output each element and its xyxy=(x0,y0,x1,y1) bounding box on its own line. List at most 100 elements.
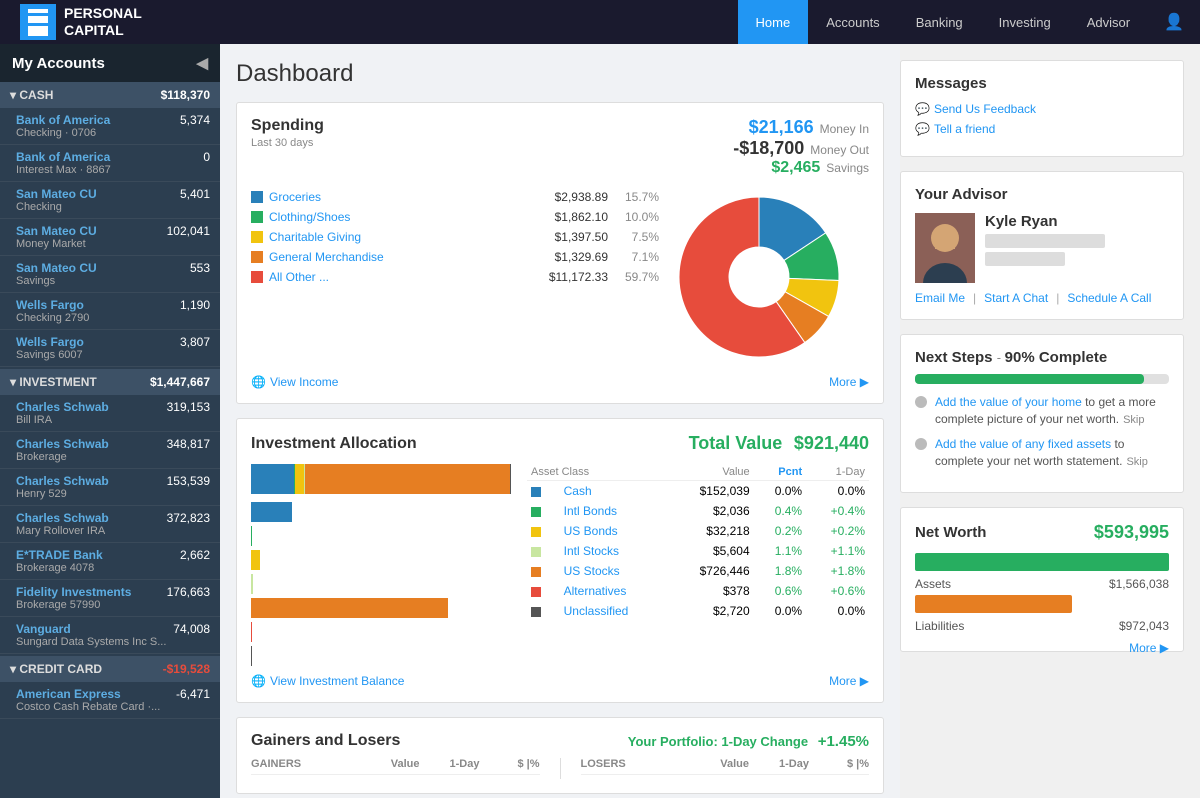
money-out-label: Money Out xyxy=(810,143,869,157)
sidebar-account[interactable]: Bank of America 5,374 Checking · 0706 xyxy=(0,108,220,145)
legend-category-name[interactable]: Charitable Giving xyxy=(269,230,522,244)
asset-value: $378 xyxy=(668,581,754,601)
sidebar-account[interactable]: San Mateo CU 102,041 Money Market xyxy=(0,219,220,256)
account-value: 153,539 xyxy=(167,474,210,488)
sidebar-account[interactable]: Fidelity Investments 176,663 Brokerage 5… xyxy=(0,580,220,617)
add-fixed-assets-link[interactable]: Add the value of any fixed assets xyxy=(935,437,1111,451)
schedule-call-link[interactable]: Schedule A Call xyxy=(1067,291,1151,305)
section-header-cash[interactable]: ▾ Cash $118,370 xyxy=(0,82,220,108)
view-income-link[interactable]: 🌐View Income xyxy=(251,375,338,389)
asset-color-dot xyxy=(531,567,541,577)
legend-row: Groceries $2,938.89 15.7% xyxy=(251,187,659,207)
skip-2[interactable]: Skip xyxy=(1126,456,1147,468)
investment-bar-area xyxy=(251,464,511,666)
legend-category-name[interactable]: Groceries xyxy=(269,190,522,204)
account-sub: Interest Max · 8867 xyxy=(16,164,210,176)
sidebar-account[interactable]: Charles Schwab 319,153 Bill IRA xyxy=(0,395,220,432)
start-chat-link[interactable]: Start A Chat xyxy=(984,291,1048,305)
sidebar-account[interactable]: American Express -6,471 Costco Cash Reba… xyxy=(0,682,220,719)
money-in-value: $21,166 xyxy=(749,117,814,137)
advisor-photo xyxy=(915,213,975,283)
sidebar-account[interactable]: Wells Fargo 1,190 Checking 2790 xyxy=(0,293,220,330)
account-sub: Brokerage xyxy=(16,451,210,463)
investment-card: Investment Allocation Total Value $921,4… xyxy=(236,418,884,703)
account-value: 319,153 xyxy=(167,400,210,414)
asset-name[interactable]: Alternatives xyxy=(564,584,627,598)
legend-category-name[interactable]: General Merchandise xyxy=(269,250,522,264)
account-name: Vanguard xyxy=(16,622,71,636)
sidebar-account[interactable]: Bank of America 0 Interest Max · 8867 xyxy=(0,145,220,182)
nav-banking[interactable]: Banking xyxy=(898,0,981,44)
investment-table-row: US Bonds $32,218 0.2% +0.2% xyxy=(527,521,869,541)
next-step-2: Add the value of any fixed assets to com… xyxy=(915,436,1169,470)
investment-table: Asset Class Value Pcnt 1-Day Cash $152,0… xyxy=(527,464,869,666)
sidebar-account[interactable]: Charles Schwab 348,817 Brokerage xyxy=(0,432,220,469)
progress-bar-fill xyxy=(915,374,1144,384)
sidebar-section-credit-card: ▾ Credit Card -$19,528 American Express … xyxy=(0,656,220,719)
nav-advisor[interactable]: Advisor xyxy=(1069,0,1148,44)
asset-name[interactable]: Cash xyxy=(564,484,592,498)
gainers-label: GAINERS xyxy=(251,758,360,770)
bar-segment xyxy=(251,464,294,494)
tell-friend-link[interactable]: 💬 Tell a friend xyxy=(915,122,1169,136)
skip-1[interactable]: Skip xyxy=(1123,414,1144,426)
nav-investing[interactable]: Investing xyxy=(981,0,1069,44)
legend-percent: 7.1% xyxy=(614,250,659,264)
asset-pcnt: 1.8% xyxy=(754,561,806,581)
asset-name[interactable]: US Bonds xyxy=(564,524,618,538)
sidebar-account[interactable]: Wells Fargo 3,807 Savings 6007 xyxy=(0,330,220,367)
main-content: Dashboard Spending Last 30 days $21,166M… xyxy=(220,44,900,798)
gainers-value-header: Value xyxy=(360,758,420,770)
account-value: 102,041 xyxy=(167,224,210,238)
account-name: San Mateo CU xyxy=(16,224,97,238)
assets-label: Assets xyxy=(915,577,951,591)
individual-bar-row xyxy=(251,526,511,546)
sidebar-account[interactable]: E*TRADE Bank 2,662 Brokerage 4078 xyxy=(0,543,220,580)
send-feedback-link[interactable]: 💬 Send Us Feedback xyxy=(915,102,1169,116)
sidebar-account[interactable]: Charles Schwab 372,823 Mary Rollover IRA xyxy=(0,506,220,543)
add-home-value-link[interactable]: Add the value of your home xyxy=(935,395,1082,409)
sidebar-collapse-btn[interactable]: ◀ xyxy=(196,54,208,72)
legend-category-name[interactable]: All Other ... xyxy=(269,270,522,284)
sidebar-account[interactable]: San Mateo CU 5,401 Checking xyxy=(0,182,220,219)
spending-subtitle: Last 30 days xyxy=(251,137,324,149)
account-name: Bank of America xyxy=(16,150,110,164)
sidebar-account[interactable]: San Mateo CU 553 Savings xyxy=(0,256,220,293)
view-balance-link[interactable]: 🌐View Investment Balance xyxy=(251,674,404,688)
account-sub: Brokerage 57990 xyxy=(16,599,210,611)
spending-chart xyxy=(669,187,869,367)
nav-accounts[interactable]: Accounts xyxy=(808,0,897,44)
progress-bar xyxy=(915,374,1169,384)
investment-title: Investment Allocation xyxy=(251,435,417,453)
section-header-credit card[interactable]: ▾ Credit Card -$19,528 xyxy=(0,656,220,682)
asset-value: $5,604 xyxy=(668,541,754,561)
nav-home[interactable]: Home xyxy=(738,0,809,44)
account-value: -6,471 xyxy=(176,687,210,701)
email-advisor-link[interactable]: Email Me xyxy=(915,291,965,305)
investment-more-link[interactable]: More ▶ xyxy=(829,674,869,688)
asset-name[interactable]: Intl Stocks xyxy=(564,544,619,558)
user-icon[interactable]: 👤 xyxy=(1148,12,1200,32)
legend-percent: 15.7% xyxy=(614,190,659,204)
legend-row: All Other ... $11,172.33 59.7% xyxy=(251,267,659,287)
asset-name[interactable]: Unclassified xyxy=(564,604,629,618)
individual-bar-segment xyxy=(251,550,260,570)
gainers-title: Gainers and Losers xyxy=(251,732,400,750)
spending-more-link[interactable]: More ▶ xyxy=(829,375,869,389)
section-total: $118,370 xyxy=(161,88,210,102)
individual-bar-segment xyxy=(251,502,292,522)
sidebar-account[interactable]: Charles Schwab 153,539 Henry 529 xyxy=(0,469,220,506)
savings-label: Savings xyxy=(826,161,869,175)
sidebar-account[interactable]: Vanguard 74,008 Sungard Data Systems Inc… xyxy=(0,617,220,654)
asset-name[interactable]: US Stocks xyxy=(564,564,620,578)
asset-color-dot xyxy=(531,587,541,597)
advisor-card: Your Advisor Kyle Ryan Email xyxy=(900,171,1184,320)
account-name: Bank of America xyxy=(16,113,110,127)
legend-category-name[interactable]: Clothing/Shoes xyxy=(269,210,522,224)
asset-name-cell: Cash xyxy=(560,481,668,502)
net-worth-more-link[interactable]: More ▶ xyxy=(1129,641,1169,655)
legend-dot xyxy=(251,231,263,243)
section-header-investment[interactable]: ▾ Investment $1,447,667 xyxy=(0,369,220,395)
asset-name[interactable]: Intl Bonds xyxy=(564,504,617,518)
sidebar: My Accounts ◀ ▾ Cash $118,370 Bank of Am… xyxy=(0,44,220,798)
